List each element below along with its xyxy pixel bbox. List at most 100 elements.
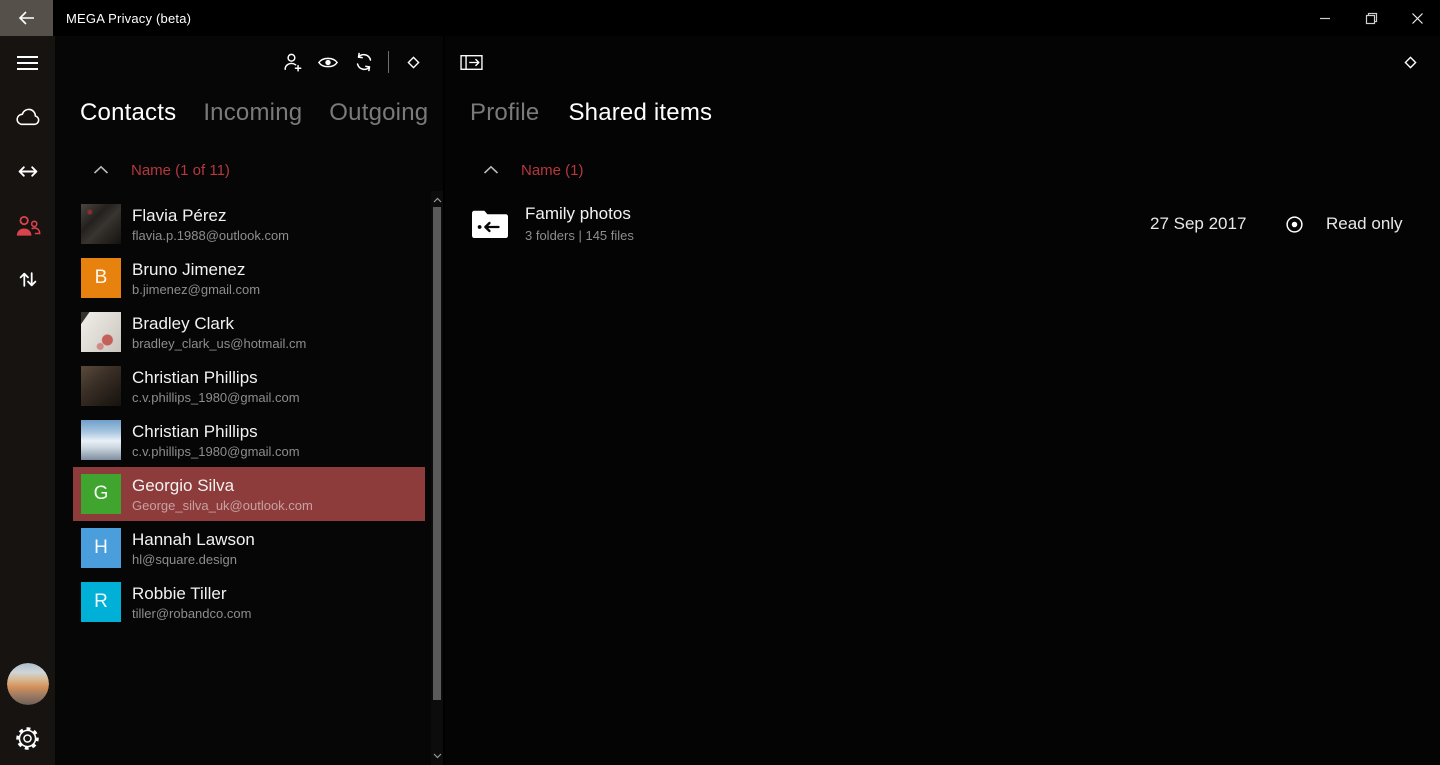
avatar-initial: G [94, 483, 109, 505]
tab-shared-items[interactable]: Shared items [568, 99, 712, 127]
sidebar-item-shared-folders[interactable] [0, 144, 55, 198]
user-avatar[interactable] [7, 663, 49, 705]
toolbar-separator [388, 51, 389, 73]
contact-email: bradley_clark_us@hotmail.cm [132, 335, 306, 352]
contact-row[interactable]: Christian Phillips c.v.phillips_1980@gma… [73, 413, 425, 467]
contact-text: Bradley Clark bradley_clark_us@hotmail.c… [132, 313, 306, 352]
contacts-tabs: Contacts Incoming Outgoing [80, 99, 428, 127]
avatar-initial: R [94, 591, 108, 613]
shared-item-date: 27 Sep 2017 [1150, 214, 1246, 234]
tab-profile[interactable]: Profile [470, 99, 539, 127]
contacts-toolbar [274, 44, 431, 80]
shared-item-details: 3 folders | 145 files [525, 227, 634, 244]
shared-group-label: Name (1) [521, 162, 584, 179]
shared-item-access: Read only [1285, 197, 1403, 251]
avatar-initial: H [94, 537, 108, 559]
contacts-sort-button[interactable] [395, 44, 431, 80]
contact-avatar [81, 420, 121, 460]
up-down-arrows-icon [17, 270, 39, 289]
contact-row[interactable]: R Robbie Tiller tiller@robandco.com [73, 575, 425, 629]
restore-button[interactable] [1348, 0, 1394, 36]
contacts-scrollbar[interactable] [431, 191, 443, 765]
contact-email: tiller@robandco.com [132, 605, 251, 622]
scrollbar-up-arrow[interactable] [431, 194, 443, 206]
contact-name: Hannah Lawson [132, 529, 255, 550]
contact-text: Flavia Pérez flavia.p.1988@outlook.com [132, 205, 289, 244]
detail-panel: Profile Shared items Name (1) Family p [445, 36, 1440, 765]
contact-name: Christian Phillips [132, 421, 300, 442]
shared-items-sort-button[interactable] [1392, 44, 1428, 80]
contact-name: Bruno Jimenez [132, 259, 260, 280]
mega-privacy-app: MEGA Privacy (beta) [0, 0, 1440, 765]
contact-name: Bradley Clark [132, 313, 306, 334]
add-contact-button[interactable] [274, 44, 310, 80]
contact-avatar: G [81, 474, 121, 514]
avatar-initial: B [95, 267, 108, 289]
open-pane-icon [460, 54, 483, 71]
contact-name: Christian Phillips [132, 367, 300, 388]
contact-row[interactable]: Bradley Clark bradley_clark_us@hotmail.c… [73, 305, 425, 359]
tab-contacts[interactable]: Contacts [80, 99, 176, 127]
app-title: MEGA Privacy (beta) [66, 11, 191, 26]
contact-row[interactable]: H Hannah Lawson hl@square.design [73, 521, 425, 575]
restore-icon [1365, 12, 1378, 25]
open-pane-button[interactable] [453, 44, 489, 80]
contact-text: Bruno Jimenez b.jimenez@gmail.com [132, 259, 260, 298]
shared-item-access-label: Read only [1326, 214, 1403, 234]
contact-email: c.v.phillips_1980@gmail.com [132, 389, 300, 406]
chevron-up-icon [93, 165, 109, 177]
scrollbar-down-arrow[interactable] [431, 750, 443, 762]
window-controls [1302, 0, 1440, 36]
contact-email: flavia.p.1988@outlook.com [132, 227, 289, 244]
hamburger-menu-icon [16, 55, 39, 71]
contact-row[interactable]: Flavia Pérez flavia.p.1988@outlook.com [73, 197, 425, 251]
contact-text: Christian Phillips c.v.phillips_1980@gma… [132, 367, 300, 406]
minimize-icon [1319, 12, 1331, 24]
contact-row-selected[interactable]: G Georgio Silva George_silva_uk@outlook.… [73, 467, 425, 521]
detail-tabs: Profile Shared items [470, 99, 712, 127]
diamond-sort-icon [1402, 54, 1419, 71]
titlebar: MEGA Privacy (beta) [0, 0, 1440, 36]
shared-items-list: Family photos 3 folders | 145 files 27 S… [445, 197, 1440, 251]
contact-text: Robbie Tiller tiller@robandco.com [132, 583, 251, 622]
cloud-icon [14, 107, 42, 128]
hamburger-menu-button[interactable] [0, 36, 55, 90]
contact-email: hl@square.design [132, 551, 255, 568]
contact-list: Flavia Pérez flavia.p.1988@outlook.com B… [73, 197, 425, 629]
gear-icon [14, 725, 41, 752]
sidebar-item-contacts[interactable] [0, 198, 55, 252]
eye-icon [317, 55, 339, 70]
contact-text: Christian Phillips c.v.phillips_1980@gma… [132, 421, 300, 460]
close-icon [1411, 12, 1424, 25]
refresh-button[interactable] [346, 44, 382, 80]
chevron-up-icon [483, 165, 499, 177]
contact-name: Flavia Pérez [132, 205, 289, 226]
minimize-button[interactable] [1302, 0, 1348, 36]
tab-incoming[interactable]: Incoming [203, 99, 302, 127]
settings-button[interactable] [0, 711, 55, 765]
contact-avatar: H [81, 528, 121, 568]
sidebar-item-cloud-drive[interactable] [0, 90, 55, 144]
close-button[interactable] [1394, 0, 1440, 36]
tab-outgoing[interactable]: Outgoing [329, 99, 428, 127]
incoming-share-folder-icon [467, 204, 513, 244]
contact-avatar [81, 366, 121, 406]
sidebar-item-transfers[interactable] [0, 252, 55, 306]
contact-row[interactable]: Christian Phillips c.v.phillips_1980@gma… [73, 359, 425, 413]
contact-text: Hannah Lawson hl@square.design [132, 529, 255, 568]
contact-email: George_silva_uk@outlook.com [132, 497, 313, 514]
read-only-icon [1285, 215, 1304, 234]
contacts-group-header[interactable]: Name (1 of 11) [55, 160, 443, 184]
view-contact-button[interactable] [310, 44, 346, 80]
contact-avatar: R [81, 582, 121, 622]
contact-row[interactable]: B Bruno Jimenez b.jimenez@gmail.com [73, 251, 425, 305]
shared-group-header[interactable]: Name (1) [445, 160, 1440, 184]
back-button[interactable] [0, 0, 53, 36]
left-right-arrows-icon [16, 163, 40, 180]
sidebar [0, 36, 55, 765]
contact-text: Georgio Silva George_silva_uk@outlook.co… [132, 475, 313, 514]
shared-item-row[interactable]: Family photos 3 folders | 145 files 27 S… [445, 197, 1440, 251]
contacts-people-icon [14, 214, 41, 237]
diamond-sort-icon [405, 54, 422, 71]
scrollbar-thumb[interactable] [433, 207, 441, 700]
